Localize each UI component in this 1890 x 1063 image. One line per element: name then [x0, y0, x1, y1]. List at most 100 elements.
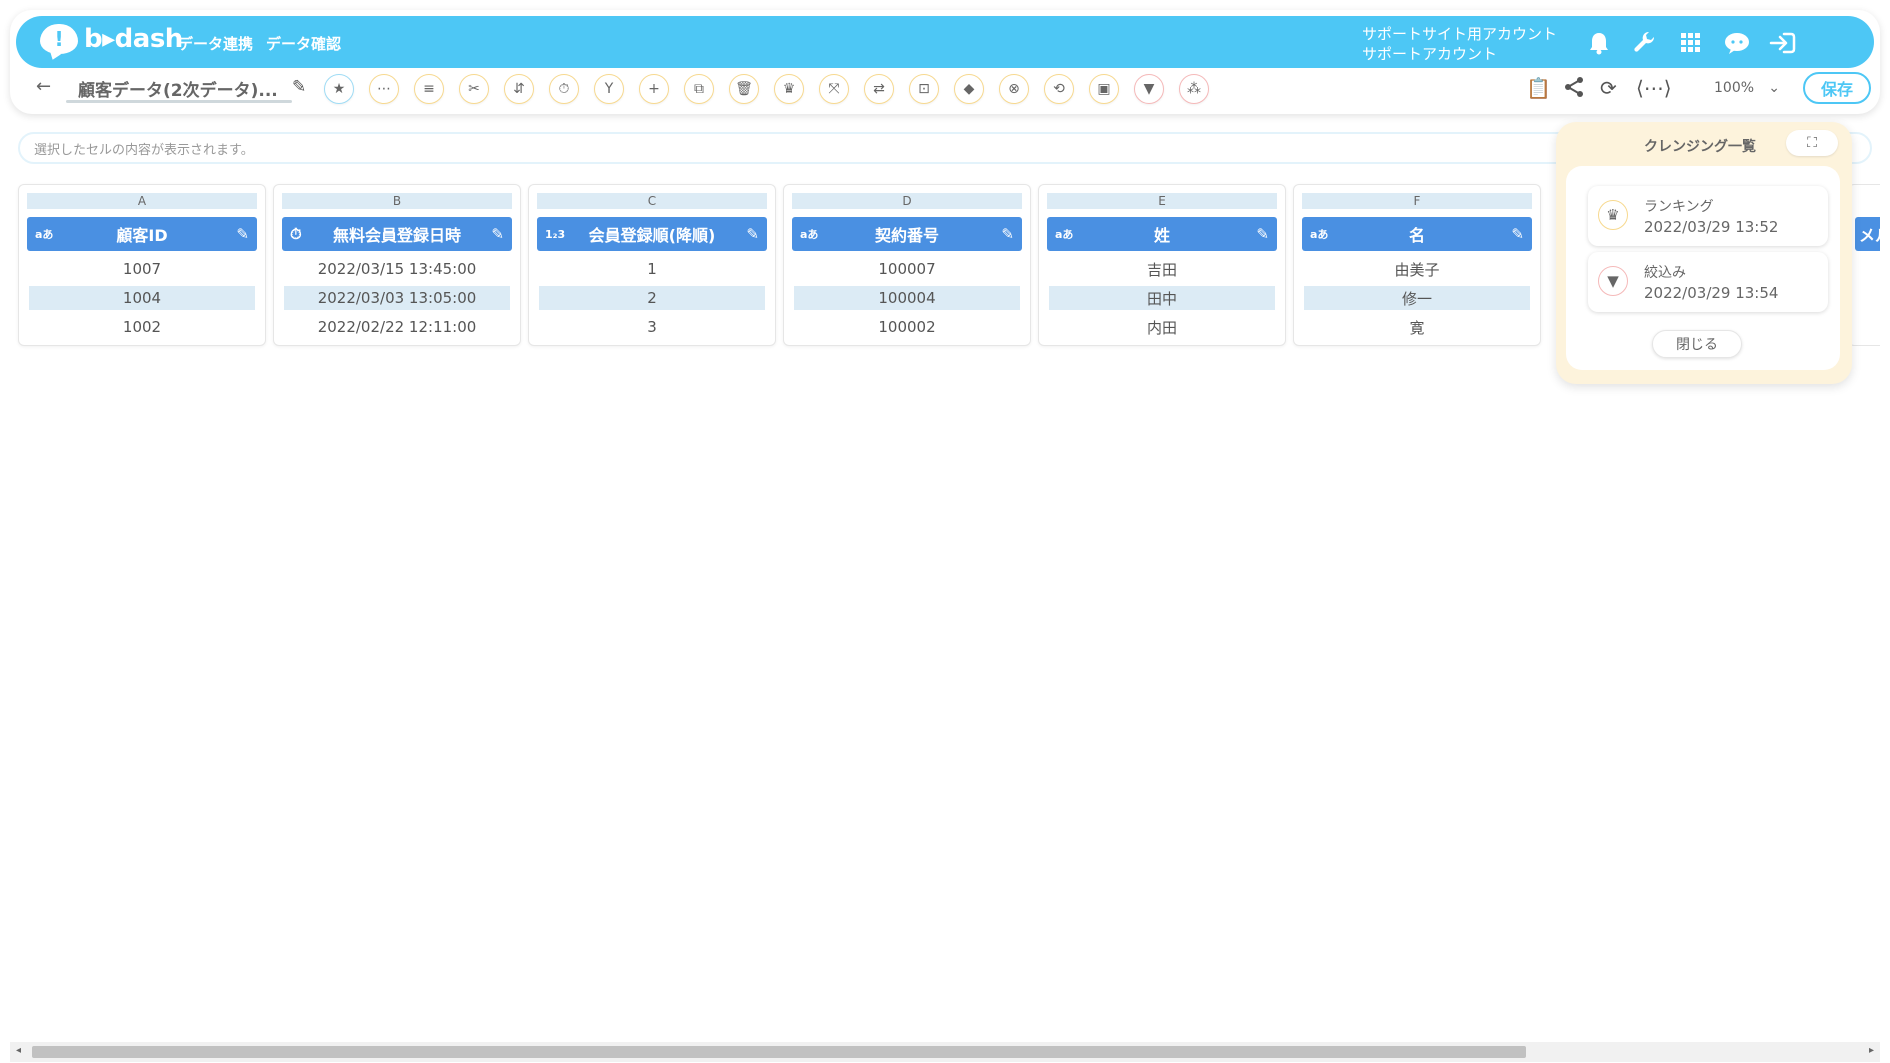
table-cell[interactable]: 3 — [539, 315, 765, 339]
cleansing-item-time: 2022/03/29 13:52 — [1644, 218, 1779, 236]
favorite-star-icon[interactable]: ★ — [324, 74, 354, 104]
edit-column-pencil-icon[interactable]: ✎ — [1256, 225, 1269, 243]
column-name: 契約番号 — [874, 226, 939, 245]
datetime-type-icon: ⏱ — [290, 225, 302, 243]
box-icon[interactable]: ◆ — [954, 74, 984, 104]
lock-replace-icon[interactable]: ⊡ — [909, 74, 939, 104]
clear-circle-icon[interactable]: ⊗ — [999, 74, 1029, 104]
frame-icon[interactable]: ▣ — [1089, 74, 1119, 104]
cleansing-item-name: 絞込み — [1644, 265, 1686, 281]
wrench-icon[interactable] — [1630, 28, 1660, 58]
merge-branch-icon[interactable]: Y — [594, 74, 624, 104]
logout-icon[interactable] — [1768, 28, 1798, 58]
table-cell[interactable]: 1007 — [29, 257, 255, 281]
table-cell[interactable]: 修一 — [1304, 286, 1530, 310]
share-icon[interactable] — [1563, 76, 1585, 103]
table-cell[interactable]: 由美子 — [1304, 257, 1530, 281]
zoom-select[interactable]: 100% ⌄ — [1680, 72, 1790, 104]
logo[interactable]: ! b▸dash — [40, 24, 183, 54]
column-header[interactable]: aあ 顧客ID ✎ — [27, 217, 257, 251]
more-dots-icon[interactable]: ⋯ — [369, 74, 399, 104]
column-letter: C — [537, 193, 767, 209]
nav-data-integration[interactable]: データ連携 — [178, 33, 253, 54]
scissors-tools-icon[interactable]: ✂ — [459, 74, 489, 104]
column-name: 名 — [1408, 226, 1425, 245]
column-a[interactable]: A aあ 顧客ID ✎ 1007 1004 1002 — [18, 184, 266, 346]
split-columns-icon[interactable]: ⇵ — [504, 74, 534, 104]
column-header[interactable]: aあ 契約番号 ✎ — [792, 217, 1022, 251]
table-cell[interactable]: 寛 — [1304, 315, 1530, 339]
expand-panel-button[interactable]: ⛶ — [1786, 130, 1838, 156]
table-cell[interactable]: 田中 — [1049, 286, 1275, 310]
document-title[interactable]: 顧客データ(2次データ)... — [78, 76, 278, 101]
table-cell[interactable]: 2022/03/15 13:45:00 — [284, 257, 510, 281]
table-cell[interactable]: 100004 — [794, 286, 1020, 310]
column-header[interactable]: aあ 名 ✎ — [1302, 217, 1532, 251]
table-cell[interactable]: 100007 — [794, 257, 1020, 281]
save-button[interactable]: 保存 — [1803, 72, 1871, 104]
text-type-icon: aあ — [1055, 228, 1074, 241]
table-cell[interactable]: 1 — [539, 257, 765, 281]
table-cell[interactable]: 2022/02/22 12:11:00 — [284, 315, 510, 339]
add-column-icon[interactable]: + — [639, 74, 669, 104]
table-cell[interactable]: 内田 — [1049, 315, 1275, 339]
edit-column-pencil-icon[interactable]: ✎ — [1001, 225, 1014, 243]
scroll-right-arrow-icon[interactable]: ▸ — [1869, 1045, 1874, 1056]
convert-icon[interactable]: ⟲ — [1044, 74, 1074, 104]
close-panel-button[interactable]: 閉じる — [1652, 330, 1742, 358]
crown-icon: ♛ — [1598, 200, 1628, 230]
copy-icon[interactable]: ⧉ — [684, 74, 714, 104]
chat-bot-icon[interactable] — [1722, 28, 1752, 58]
table-cell[interactable]: 1004 — [29, 286, 255, 310]
table-cell[interactable]: 2 — [539, 286, 765, 310]
cleansing-item-time: 2022/03/29 13:54 — [1644, 284, 1779, 302]
column-header[interactable]: 1₂3 会員登録順(降順) ✎ — [537, 217, 767, 251]
edit-column-pencil-icon[interactable]: ✎ — [491, 225, 504, 243]
edit-title-pencil-icon[interactable]: ✎ — [292, 77, 306, 97]
compress-icon[interactable]: ⤧ — [819, 74, 849, 104]
crown-ranking-icon[interactable]: ♛ — [774, 74, 804, 104]
column-header[interactable]: aあ 姓 ✎ — [1047, 217, 1277, 251]
expand-icon: ⛶ — [1807, 135, 1817, 151]
table-cell[interactable]: 100002 — [794, 315, 1020, 339]
horizontal-scrollbar[interactable]: ◂ ▸ — [10, 1042, 1880, 1062]
edit-column-pencil-icon[interactable]: ✎ — [236, 225, 249, 243]
scroll-left-arrow-icon[interactable]: ◂ — [16, 1045, 21, 1056]
column-b[interactable]: B ⏱ 無料会員登録日時 ✎ 2022/03/15 13:45:00 2022/… — [273, 184, 521, 346]
text-align-icon[interactable]: ≡ — [414, 74, 444, 104]
logo-bubble-icon: ! — [40, 24, 78, 54]
apps-grid-icon[interactable] — [1676, 28, 1706, 58]
title-underline — [66, 100, 292, 103]
code-icon[interactable]: ⟨⋯⟩ — [1636, 76, 1672, 100]
repeat-icon[interactable]: ⇄ — [864, 74, 894, 104]
bell-icon[interactable] — [1584, 28, 1614, 58]
account-info[interactable]: サポートサイト用アカウント サポートアカウント — [1362, 24, 1557, 64]
trash-icon[interactable]: 🗑 — [729, 74, 759, 104]
dedupe-icon[interactable]: ⁂ — [1179, 74, 1209, 104]
nav-data-check[interactable]: データ確認 — [266, 33, 341, 54]
column-header[interactable]: ⏱ 無料会員登録日時 ✎ — [282, 217, 512, 251]
panel-title: クレンジング一覧 — [1644, 139, 1756, 155]
edit-column-pencil-icon[interactable]: ✎ — [1511, 225, 1524, 243]
column-g-partial[interactable]: メル — [1848, 184, 1880, 346]
back-arrow-icon[interactable]: ← — [36, 76, 51, 97]
filter-icon[interactable]: ▼ — [1134, 74, 1164, 104]
column-d[interactable]: D aあ 契約番号 ✎ 100007 100004 100002 — [783, 184, 1031, 346]
table-cell[interactable]: 1002 — [29, 315, 255, 339]
cleansing-item-ranking[interactable]: ♛ ランキング 2022/03/29 13:52 — [1588, 186, 1828, 246]
table-cell[interactable]: 2022/03/03 13:05:00 — [284, 286, 510, 310]
scrollbar-thumb[interactable] — [32, 1046, 1526, 1058]
cleansing-item-name: ランキング — [1644, 199, 1714, 215]
column-c[interactable]: C 1₂3 会員登録順(降順) ✎ 1 2 3 — [528, 184, 776, 346]
column-header[interactable]: メル — [1855, 217, 1880, 251]
column-f[interactable]: F aあ 名 ✎ 由美子 修一 寛 — [1293, 184, 1541, 346]
edit-column-pencil-icon[interactable]: ✎ — [746, 225, 759, 243]
table-cell[interactable]: 吉田 — [1049, 257, 1275, 281]
clipboard-icon[interactable]: 📋 — [1526, 76, 1551, 100]
timer-icon[interactable]: ⏱ — [549, 74, 579, 104]
column-letter: A — [27, 193, 257, 209]
refresh-file-icon[interactable]: ⟳ — [1600, 76, 1617, 100]
column-letter: B — [282, 193, 512, 209]
column-e[interactable]: E aあ 姓 ✎ 吉田 田中 内田 — [1038, 184, 1286, 346]
cleansing-item-filter[interactable]: ▼ 絞込み 2022/03/29 13:54 — [1588, 252, 1828, 312]
